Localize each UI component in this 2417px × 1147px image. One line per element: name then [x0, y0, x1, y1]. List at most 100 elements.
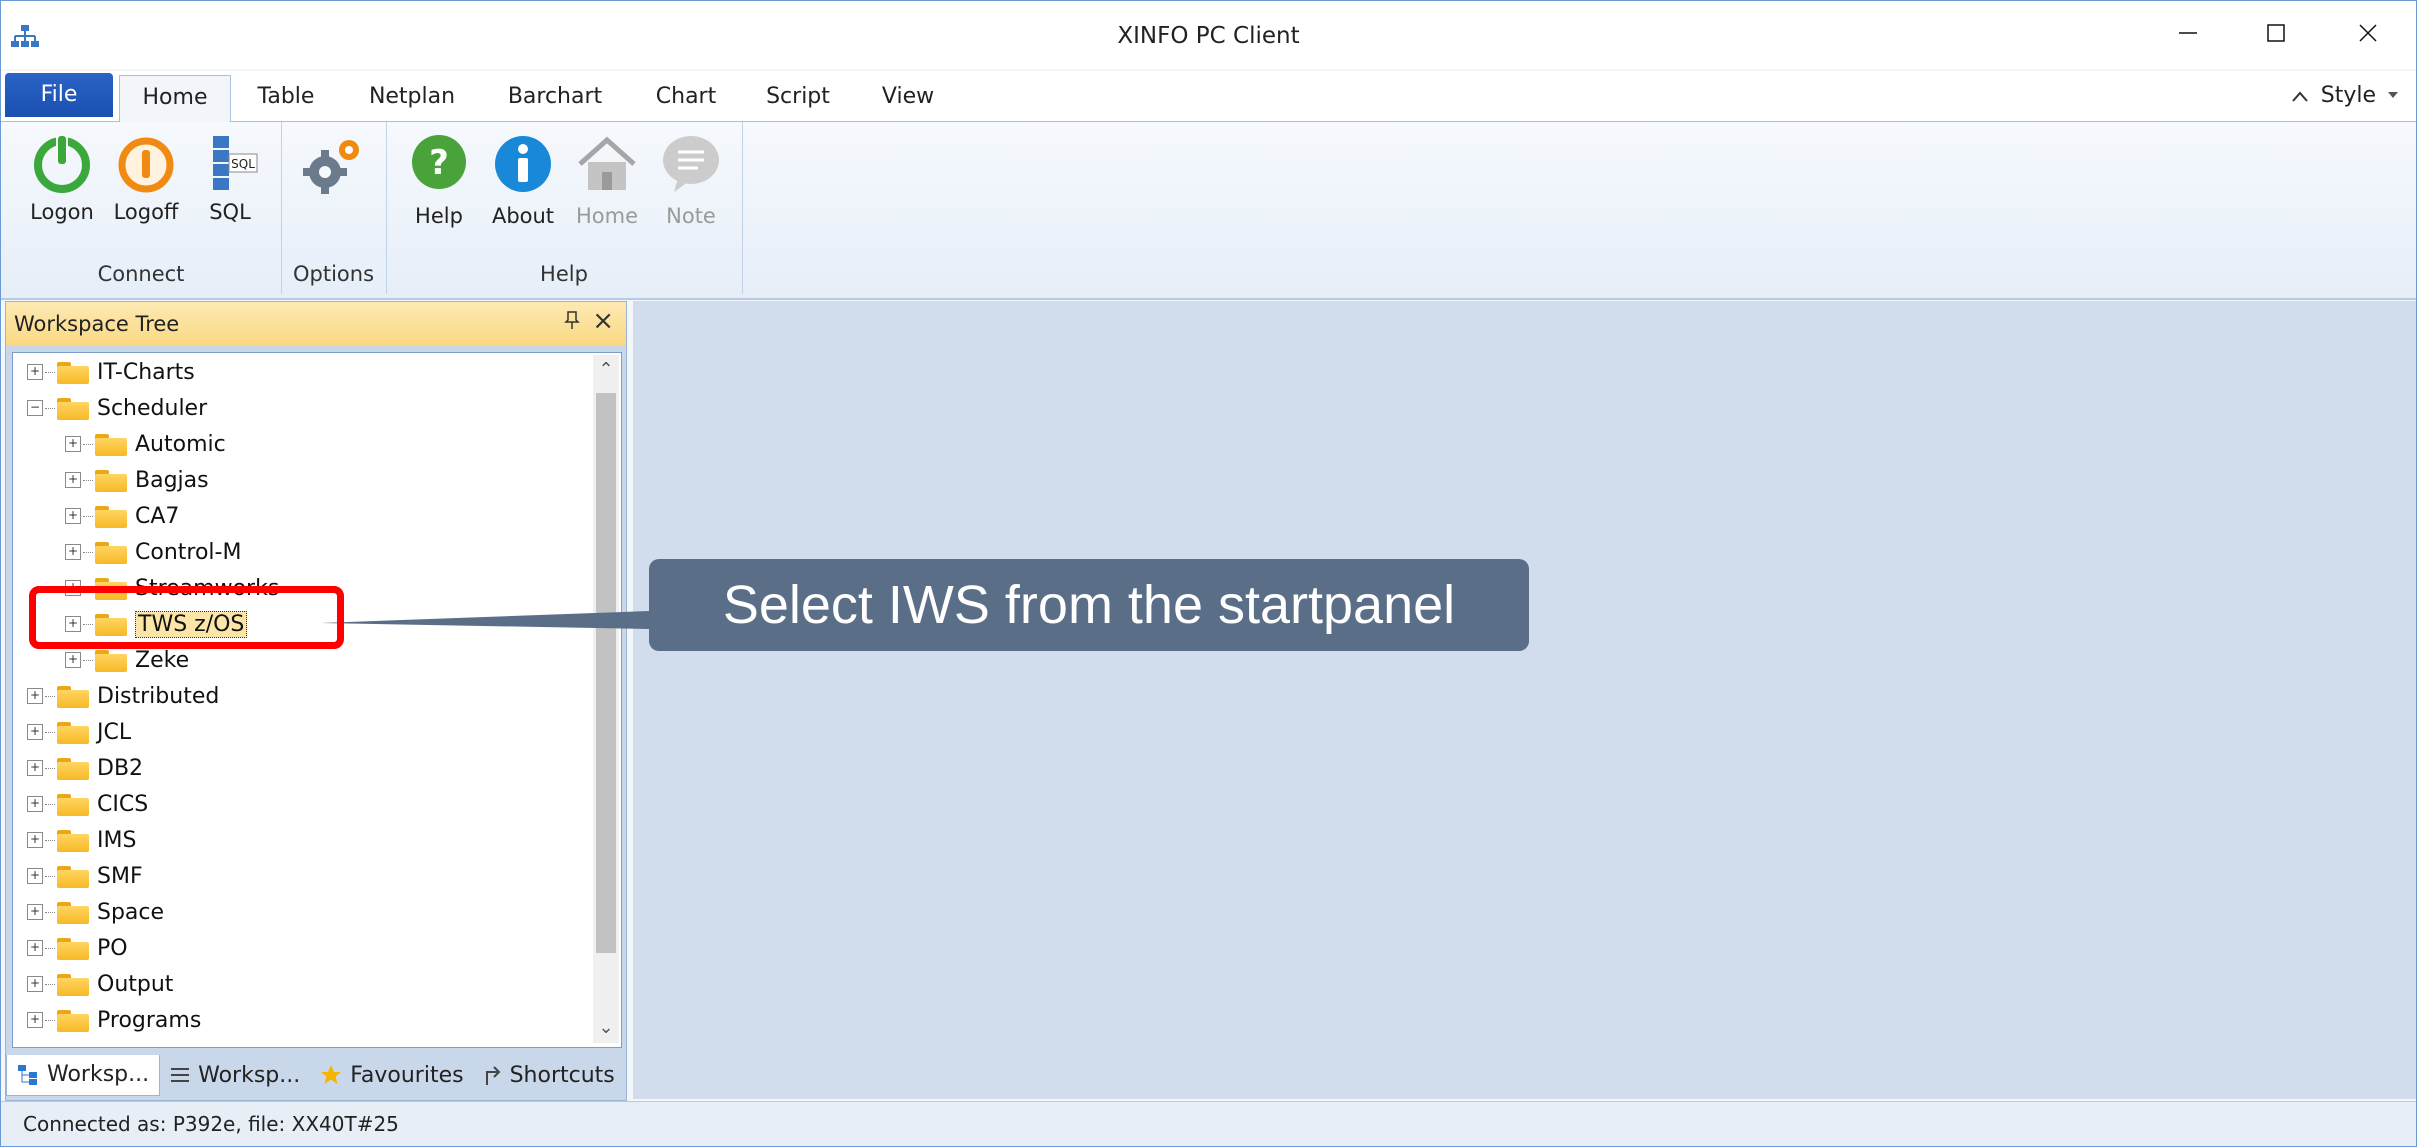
- style-menu[interactable]: Style: [2291, 83, 2398, 108]
- tab-favourites[interactable]: Favourites: [310, 1055, 473, 1095]
- expand-icon[interactable]: +: [27, 940, 43, 956]
- tab-shortcuts[interactable]: Shortcuts: [474, 1055, 625, 1095]
- minimize-button[interactable]: [2158, 11, 2218, 55]
- folder-icon: [95, 504, 127, 528]
- logoff-label: Logoff: [113, 200, 179, 224]
- scroll-down-icon[interactable]: ⌄: [593, 1013, 619, 1043]
- expand-icon[interactable]: +: [27, 868, 43, 884]
- status-text: Connected as: P392e, file: XX40T#25: [23, 1112, 399, 1136]
- tree-item-control-m[interactable]: + Control-M: [65, 535, 241, 569]
- expand-icon[interactable]: +: [27, 796, 43, 812]
- expand-icon[interactable]: +: [27, 976, 43, 992]
- main-content-area: [633, 301, 2416, 1099]
- tab-chart[interactable]: Chart: [641, 75, 731, 120]
- about-button[interactable]: About: [482, 132, 564, 228]
- folder-icon: [95, 432, 127, 456]
- svg-text:SQL: SQL: [231, 157, 255, 171]
- info-icon: [495, 136, 551, 192]
- expand-icon[interactable]: +: [27, 760, 43, 776]
- expand-icon[interactable]: +: [65, 544, 81, 560]
- expand-icon[interactable]: +: [65, 472, 81, 488]
- ribbon-panel: Logon Logoff SQL SQL Connect Options ? H…: [1, 122, 2416, 300]
- tab-barchart[interactable]: Barchart: [495, 75, 615, 120]
- folder-icon: [57, 720, 89, 744]
- tab-workspace-tree[interactable]: Worksp...: [6, 1054, 161, 1096]
- folder-icon: [57, 684, 89, 708]
- group-label-connect: Connect: [97, 262, 185, 286]
- about-label: About: [491, 204, 555, 228]
- workspace-panel-header: Workspace Tree ×: [6, 302, 626, 346]
- tree-item-smf[interactable]: + SMF: [27, 859, 143, 893]
- collapse-ribbon-icon: [2291, 90, 2308, 102]
- note-button[interactable]: Note: [650, 132, 732, 228]
- note-label: Note: [666, 204, 716, 228]
- tree-icon: [18, 1064, 37, 1085]
- tree-scrollbar[interactable]: ⌃ ⌄: [593, 355, 619, 1043]
- tab-table[interactable]: Table: [241, 75, 331, 120]
- tab-view[interactable]: View: [863, 75, 953, 120]
- sql-button[interactable]: SQL SQL: [189, 132, 271, 224]
- window-title: XINFO PC Client: [1117, 23, 1300, 49]
- tree-item-distributed[interactable]: + Distributed: [27, 679, 219, 713]
- tree-item-programs[interactable]: + Programs: [27, 1003, 201, 1037]
- tab-script[interactable]: Script: [753, 75, 843, 120]
- expand-icon[interactable]: +: [65, 652, 81, 668]
- panel-close-icon[interactable]: ×: [592, 306, 614, 336]
- tree-item-output[interactable]: + Output: [27, 967, 173, 1001]
- close-icon: [2359, 24, 2377, 42]
- folder-icon: [57, 396, 89, 420]
- group-label-help: Help: [540, 262, 588, 286]
- tree-item-po[interactable]: + PO: [27, 931, 128, 965]
- expand-icon[interactable]: +: [65, 436, 81, 452]
- home-button[interactable]: Home: [566, 132, 648, 228]
- close-button[interactable]: [2338, 11, 2398, 55]
- help-button[interactable]: ? Help: [398, 132, 480, 228]
- home-label: Home: [575, 204, 638, 228]
- svg-text:?: ?: [429, 143, 449, 183]
- options-button[interactable]: [293, 132, 375, 198]
- tree-item-db2[interactable]: + DB2: [27, 751, 143, 785]
- tree-item-jcl[interactable]: + JCL: [27, 715, 131, 749]
- tree-item-ims[interactable]: + IMS: [27, 823, 136, 857]
- folder-icon: [57, 864, 89, 888]
- logon-button[interactable]: Logon: [21, 132, 103, 224]
- expand-icon[interactable]: +: [27, 688, 43, 704]
- collapse-icon[interactable]: −: [27, 400, 43, 416]
- app-window: XINFO PC Client File Home Table Netplan …: [0, 0, 2417, 1147]
- scroll-thumb[interactable]: [596, 393, 616, 953]
- logoff-button[interactable]: Logoff: [105, 132, 187, 224]
- folder-icon: [57, 360, 89, 384]
- tab-home[interactable]: Home: [119, 75, 231, 122]
- tree-item-scheduler[interactable]: − Scheduler: [27, 391, 207, 425]
- tree-item-it-charts[interactable]: + IT-Charts: [27, 355, 195, 389]
- tree-item-automic[interactable]: + Automic: [65, 427, 226, 461]
- tree-item-cics[interactable]: + CICS: [27, 787, 148, 821]
- tab-file[interactable]: File: [5, 73, 113, 117]
- star-icon: [321, 1065, 342, 1084]
- maximize-button[interactable]: [2246, 11, 2306, 55]
- tree-item-ca7[interactable]: + CA7: [65, 499, 179, 533]
- expand-icon[interactable]: +: [27, 904, 43, 920]
- sql-label: SQL: [209, 200, 251, 224]
- list-icon: [171, 1068, 190, 1082]
- group-help: ? Help About Home Note Help: [386, 122, 743, 294]
- folder-icon: [95, 468, 127, 492]
- title-bar: XINFO PC Client: [1, 1, 2416, 69]
- expand-icon[interactable]: +: [27, 1012, 43, 1028]
- gear-icon: [303, 140, 359, 194]
- expand-icon[interactable]: +: [27, 832, 43, 848]
- scroll-up-icon[interactable]: ⌃: [593, 355, 619, 385]
- folder-icon: [57, 756, 89, 780]
- tree-item-bagjas[interactable]: + Bagjas: [65, 463, 209, 497]
- expand-icon[interactable]: +: [27, 724, 43, 740]
- workspace-panel: Workspace Tree × + IT-Charts − Scheduler +…: [5, 301, 627, 1101]
- tree-item-space[interactable]: + Space: [27, 895, 164, 929]
- folder-icon: [57, 900, 89, 924]
- power-icon: [34, 134, 90, 193]
- tab-netplan[interactable]: Netplan: [357, 75, 467, 120]
- expand-icon[interactable]: +: [27, 364, 43, 380]
- minimize-icon: [2179, 32, 2197, 34]
- expand-icon[interactable]: +: [65, 508, 81, 524]
- tab-workspace-list[interactable]: Worksp...: [160, 1055, 310, 1095]
- pin-icon[interactable]: [564, 310, 580, 335]
